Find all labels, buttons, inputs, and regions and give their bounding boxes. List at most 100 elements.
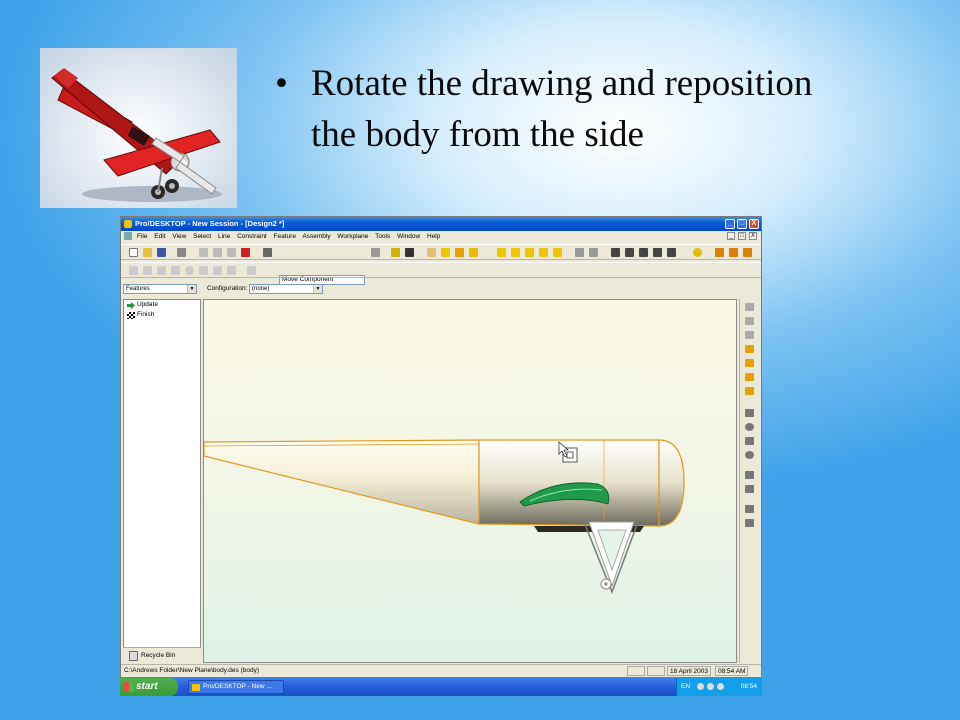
cut-feature-icon[interactable] [745,359,754,367]
menu-bar: File Edit View Select Line Constraint Fe… [121,231,761,242]
arc-tool-icon[interactable] [745,471,754,479]
save-icon[interactable] [157,248,166,257]
menu-help[interactable]: Help [427,233,440,240]
perpendicular-icon[interactable] [213,266,222,275]
constraint-icon[interactable] [743,248,752,257]
view-shaded-icon[interactable] [441,248,450,257]
tree-item-finish[interactable]: Finish [137,311,154,319]
tangent-icon[interactable] [227,266,236,275]
tree-item-update[interactable]: Update [137,301,158,309]
delete-icon[interactable] [241,248,250,257]
window-titlebar[interactable]: Pro/DESKTOP - New Session - [Design2 *] … [121,217,761,231]
select-lines-icon[interactable] [129,266,138,275]
circle-tool-icon[interactable] [745,423,754,431]
menu-view[interactable]: View [172,233,186,240]
pan-icon[interactable] [653,248,662,257]
close-button[interactable]: X [749,219,759,229]
copy-icon[interactable] [213,248,222,257]
menu-feature[interactable]: Feature [274,233,296,240]
cut-icon[interactable] [199,248,208,257]
open-icon[interactable] [143,248,152,257]
zoom-window-icon[interactable] [625,248,634,257]
doc-minimize-button[interactable]: _ [727,232,735,240]
menu-line[interactable]: Line [218,233,230,240]
tray-icon[interactable] [707,683,714,690]
find-icon[interactable] [247,266,256,275]
view-front-icon[interactable] [497,248,506,257]
workplane-icon[interactable] [589,248,598,257]
status-date: 18 April 2003 [667,666,711,676]
chevron-down-icon[interactable]: ▼ [313,285,322,293]
doc-restore-button[interactable]: □ [738,232,746,240]
tray-icon[interactable] [697,683,704,690]
feature-icon[interactable] [745,345,754,353]
fillet-tool-icon[interactable] [745,519,754,527]
view-iso-icon[interactable] [469,248,478,257]
clock: 08:54 [740,683,757,690]
menu-workplane[interactable]: Workplane [337,233,368,240]
right-toolbar [739,299,759,663]
menu-assembly[interactable]: Assembly [302,233,330,240]
line-tool-icon[interactable] [745,409,754,417]
component-icon[interactable] [729,248,738,257]
recycle-bin-label: Recycle Bin [141,652,176,659]
feature-tree: Update Finish [123,299,201,663]
circle-icon[interactable] [185,266,194,275]
recycle-bin-icon [129,651,138,661]
print-icon[interactable] [177,248,186,257]
spline-tool-icon[interactable] [745,485,754,493]
menu-select[interactable]: Select [193,233,211,240]
revolve-icon[interactable] [745,373,754,381]
view-left-icon[interactable] [525,248,534,257]
configuration-select[interactable]: (none) ▼ [249,284,323,294]
undo-icon[interactable] [263,248,272,257]
ellipse-tool-icon[interactable] [745,451,754,459]
configuration-label: Configuration: [207,285,248,292]
windows-taskbar: start Pro/DESKTOP - New ... EN 08:54 [120,678,762,696]
smiley-icon[interactable] [693,248,702,257]
assembly-icon[interactable] [715,248,724,257]
minimize-button[interactable]: _ [725,219,735,229]
paste-icon[interactable] [227,248,236,257]
arc-icon[interactable] [171,266,180,275]
extrude-icon[interactable] [745,331,754,339]
3d-viewport[interactable] [203,299,737,663]
rotate-icon[interactable] [667,248,676,257]
start-button[interactable]: start [120,678,178,696]
chevron-down-icon[interactable]: ▼ [187,285,196,293]
sketch-plane-icon[interactable] [575,248,584,257]
doc-close-button[interactable]: X [749,232,757,240]
whats-this-icon[interactable] [405,248,414,257]
language-indicator[interactable]: EN [681,678,690,696]
trim-tool-icon[interactable] [745,505,754,513]
sweep-icon[interactable] [745,387,754,395]
status-cell [627,666,645,676]
sketch-icon[interactable] [745,303,754,311]
view-right-icon[interactable] [539,248,548,257]
view-back-icon[interactable] [511,248,520,257]
menu-window[interactable]: Window [397,233,420,240]
maximize-button[interactable]: □ [737,219,747,229]
status-bar: C:\Andrews Folder\New Plane\body.des (bo… [121,664,761,677]
features-select[interactable]: Features ▼ [123,284,197,294]
view-top-icon[interactable] [553,248,562,257]
menu-tools[interactable]: Tools [375,233,390,240]
view-wire-icon[interactable] [427,248,436,257]
rectangle-tool-icon[interactable] [745,437,754,445]
zoom-icon[interactable] [639,248,648,257]
parallel-icon[interactable] [199,266,208,275]
line-icon[interactable] [157,266,166,275]
menu-constraint[interactable]: Constraint [237,233,267,240]
pointer-icon[interactable] [371,248,380,257]
dimension-icon[interactable] [143,266,152,275]
zoom-fit-icon[interactable] [611,248,620,257]
tray-icon[interactable] [717,683,724,690]
menu-edit[interactable]: Edit [154,233,165,240]
menu-file[interactable]: File [137,233,147,240]
view-solid-icon[interactable] [455,248,464,257]
recycle-bin[interactable]: Recycle Bin [123,647,201,663]
taskbar-app-button[interactable]: Pro/DESKTOP - New ... [188,680,284,694]
dimension-tool-icon[interactable] [745,317,754,325]
help-icon[interactable] [391,248,400,257]
new-icon[interactable] [129,248,138,257]
